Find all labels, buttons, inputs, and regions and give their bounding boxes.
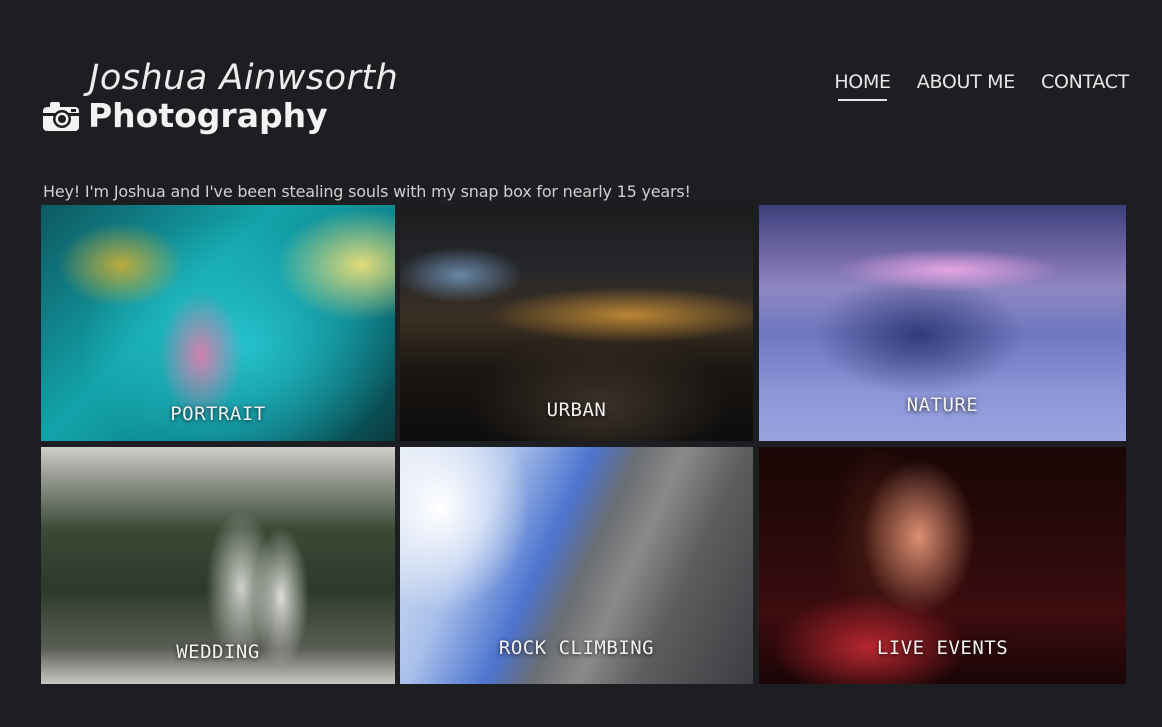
tile-caption: ROCK CLIMBING	[498, 637, 655, 659]
main-nav: HOME ABOUT ME CONTACT	[834, 71, 1129, 101]
logo-name: Joshua Ainwsorth	[89, 58, 399, 98]
gallery-grid: PORTRAIT URBAN NATURE WEDDING ROCK CLIMB…	[41, 205, 1126, 684]
logo-subtitle-row: Photography	[42, 96, 328, 135]
tile-caption: URBAN	[546, 399, 607, 421]
gallery-tile-rock-climbing[interactable]: ROCK CLIMBING	[400, 447, 753, 684]
gallery-tile-live-events[interactable]: LIVE EVENTS	[759, 447, 1126, 684]
tile-caption: WEDDING	[176, 641, 260, 663]
tile-caption: PORTRAIT	[170, 403, 266, 425]
logo-subtitle: Photography	[88, 96, 328, 135]
gallery-tile-wedding[interactable]: WEDDING	[41, 447, 395, 684]
tile-caption: LIVE EVENTS	[876, 637, 1009, 659]
page: Joshua Ainwsorth Photography HOME ABOUT …	[0, 0, 1162, 727]
gallery-tile-nature[interactable]: NATURE	[759, 205, 1126, 441]
intro-text: Hey! I'm Joshua and I've been stealing s…	[43, 182, 691, 201]
camera-icon	[43, 101, 79, 131]
nav-item-contact[interactable]: CONTACT	[1041, 71, 1129, 101]
tile-caption: NATURE	[906, 394, 979, 416]
gallery-tile-portrait[interactable]: PORTRAIT	[41, 205, 395, 441]
nav-item-about-me[interactable]: ABOUT ME	[917, 71, 1016, 101]
gallery-tile-urban[interactable]: URBAN	[400, 205, 753, 441]
nav-item-home[interactable]: HOME	[834, 71, 891, 101]
